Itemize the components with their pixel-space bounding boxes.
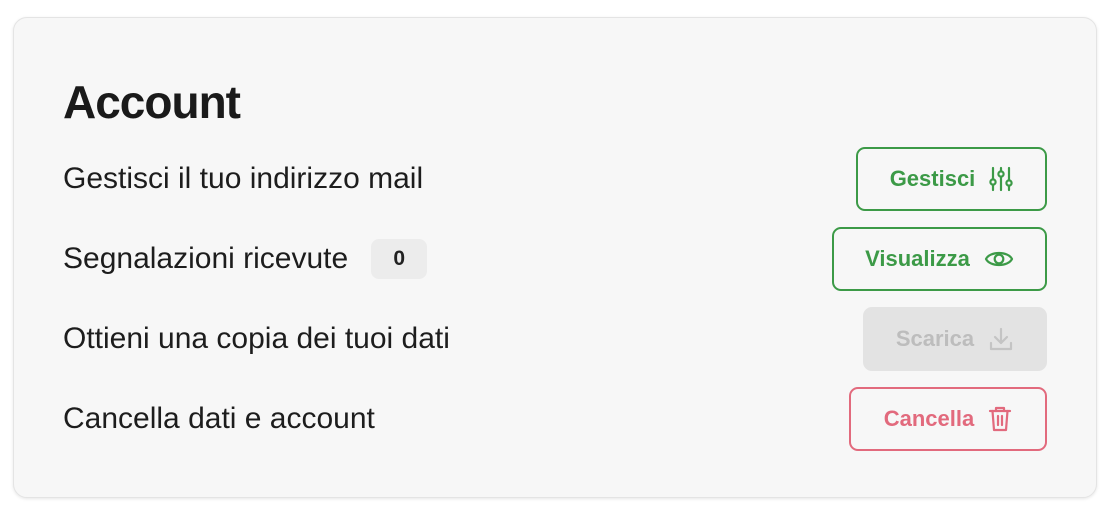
- reports-count-badge: 0: [371, 239, 428, 279]
- manage-email-button[interactable]: Gestisci: [856, 147, 1047, 211]
- view-reports-button[interactable]: Visualizza: [832, 227, 1047, 291]
- row-manage-email: Gestisci il tuo indirizzo mail Gestisci: [63, 147, 1047, 211]
- row-delete-account: Cancella dati e account Cancella: [63, 387, 1047, 451]
- sliders-icon: [989, 166, 1013, 192]
- account-card: Account Gestisci il tuo indirizzo mail G…: [13, 17, 1097, 498]
- delete-account-label: Cancella dati e account: [63, 402, 375, 435]
- delete-button-label: Cancella: [883, 406, 975, 431]
- download-icon: [988, 326, 1014, 352]
- view-button-label: Visualizza: [865, 246, 970, 271]
- section-title: Account: [63, 76, 241, 128]
- row-reports: Segnalazioni ricevute 0 Visualizza: [63, 227, 1047, 291]
- download-data-label: Ottieni una copia dei tuoi dati: [63, 322, 450, 355]
- eye-icon: [984, 248, 1014, 270]
- delete-button[interactable]: Cancella: [849, 387, 1047, 451]
- download-button[interactable]: Scarica: [863, 307, 1047, 371]
- reports-label: Segnalazioni ricevute: [63, 242, 349, 275]
- manage-email-label: Gestisci il tuo indirizzo mail: [63, 162, 424, 195]
- download-button-label: Scarica: [895, 326, 975, 351]
- manage-button-label: Gestisci: [889, 166, 976, 191]
- row-download-data: Ottieni una copia dei tuoi dati Scarica: [63, 307, 1047, 371]
- trash-icon: [988, 405, 1012, 433]
